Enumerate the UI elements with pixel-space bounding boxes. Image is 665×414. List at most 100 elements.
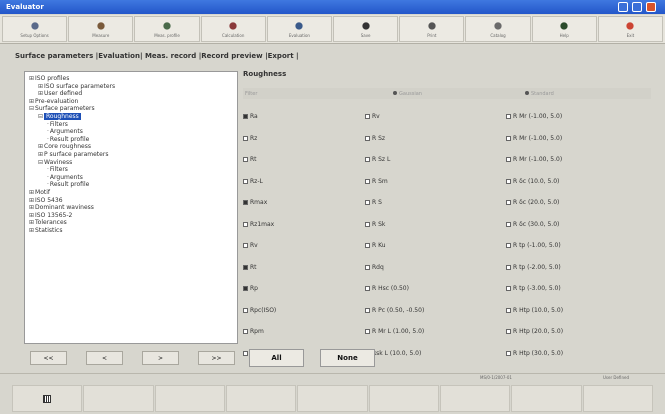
parameter-checkbox[interactable]: R tp (-1.00, 5.0) <box>506 241 561 251</box>
expand-icon[interactable]: ⊞ <box>29 219 34 226</box>
tree-node[interactable]: ⊟Waviness <box>29 159 233 167</box>
bottom-button-7[interactable] <box>511 385 582 412</box>
bottom-button-0[interactable] <box>12 385 83 412</box>
toolbar-button-7[interactable]: Catalog <box>465 16 531 42</box>
expand-icon[interactable]: ⊞ <box>38 143 43 150</box>
parameter-checkbox[interactable]: R Htp (20.0, 5.0) <box>506 327 563 337</box>
close-icon[interactable] <box>646 2 656 12</box>
checkbox-icon[interactable] <box>506 307 511 313</box>
tree-node[interactable]: ·Filters <box>29 121 233 129</box>
toolbar-button-6[interactable]: Print <box>399 16 465 42</box>
parameter-checkbox[interactable]: R Ku <box>365 241 386 251</box>
parameter-checkbox[interactable]: R Sm <box>365 177 388 187</box>
parameter-checkbox[interactable]: R Htp (10.0, 5.0) <box>506 306 563 316</box>
checkbox-icon[interactable] <box>243 350 248 356</box>
expand-icon[interactable]: ⊞ <box>29 98 34 105</box>
nav-button-2[interactable]: > <box>142 351 179 365</box>
checkbox-icon[interactable] <box>506 221 511 227</box>
bottom-button-2[interactable] <box>154 385 225 412</box>
toolbar-button-1[interactable]: Measure <box>68 16 134 42</box>
filter-option-standard[interactable]: Standard <box>525 91 554 97</box>
toolbar-button-9[interactable]: Exit <box>597 16 664 42</box>
collapse-icon[interactable]: ⊟ <box>38 159 43 166</box>
bottom-button-1[interactable] <box>83 385 154 412</box>
parameter-checkbox[interactable]: Ra <box>243 112 258 122</box>
checkbox-icon[interactable] <box>506 350 511 356</box>
tree-node[interactable]: ⊞Motif <box>29 189 233 197</box>
bottom-button-8[interactable] <box>582 385 653 412</box>
parameter-checkbox[interactable]: R Mr (-1.00, 5.0) <box>506 134 562 144</box>
toolbar-button-3[interactable]: Calculation <box>200 16 266 42</box>
checkbox-icon[interactable] <box>365 307 370 313</box>
parameter-checkbox[interactable]: R Mr (-1.00, 5.0) <box>506 155 562 165</box>
expand-icon[interactable]: ⊞ <box>29 189 34 196</box>
expand-icon[interactable]: ⊞ <box>38 90 43 97</box>
filter-option-gaussian[interactable]: Gaussian <box>393 91 422 97</box>
tree-node[interactable]: ⊞P surface parameters <box>29 151 233 159</box>
toolbar-button-5[interactable]: Save <box>333 16 399 42</box>
tree-node[interactable]: ⊞ISO 5436 <box>29 197 233 205</box>
parameter-checkbox[interactable]: R Mr L (1.00, 5.0) <box>365 327 424 337</box>
toolbar-button-4[interactable]: Evaluation <box>266 16 333 42</box>
parameter-checkbox[interactable]: Rv <box>365 112 380 122</box>
checkbox-icon[interactable] <box>506 286 511 291</box>
checkbox-icon[interactable] <box>506 178 511 184</box>
parameter-checkbox[interactable]: Rpc(ISO) <box>243 306 276 316</box>
parameter-checkbox[interactable]: R δc (30.0, 5.0) <box>506 220 559 230</box>
checkbox-icon[interactable] <box>506 329 511 334</box>
expand-icon[interactable]: ⊞ <box>29 212 34 219</box>
bottom-button-5[interactable] <box>368 385 439 412</box>
parameter-checkbox[interactable]: Rt <box>243 263 257 273</box>
tree-node[interactable]: ⊟Surface parameters <box>29 105 233 113</box>
toolbar-button-0[interactable]: Setup Options <box>2 16 68 42</box>
toolbar-button-2[interactable]: Meas. profile <box>134 16 200 42</box>
tree-node[interactable]: ·Result profile <box>29 181 233 189</box>
checkbox-icon[interactable] <box>243 286 248 291</box>
checkbox-icon[interactable] <box>243 114 248 119</box>
all-button[interactable]: All <box>249 349 304 367</box>
tree-node[interactable]: ⊞ISO 13565-2 <box>29 212 233 220</box>
checkbox-icon[interactable] <box>243 178 248 184</box>
parameter-checkbox[interactable]: Rpm <box>243 327 264 337</box>
parameter-checkbox[interactable]: Rz1max <box>243 220 274 230</box>
expand-icon[interactable]: ⊞ <box>29 75 34 82</box>
checkbox-icon[interactable] <box>243 221 248 227</box>
checkbox-icon[interactable] <box>243 157 248 162</box>
checkbox-icon[interactable] <box>506 243 511 248</box>
checkbox-icon[interactable] <box>365 157 370 162</box>
tree-node[interactable]: ·Filters <box>29 166 233 174</box>
checkbox-icon[interactable] <box>365 114 370 119</box>
parameter-checkbox[interactable]: R Htp (30.0, 5.0) <box>506 349 563 359</box>
expand-icon[interactable]: ⊞ <box>29 204 34 211</box>
checkbox-icon[interactable] <box>365 243 370 248</box>
checkbox-icon[interactable] <box>506 135 511 141</box>
tree-node[interactable]: ⊞Tolerances <box>29 219 233 227</box>
tree-node[interactable]: ⊞ISO profiles <box>29 75 233 83</box>
checkbox-icon[interactable] <box>365 264 370 270</box>
checkbox-icon[interactable] <box>365 178 370 184</box>
parameter-checkbox[interactable]: R Sz <box>365 134 385 144</box>
tree-node[interactable]: ⊞Statistics <box>29 227 233 235</box>
checkbox-icon[interactable] <box>506 157 511 162</box>
none-button[interactable]: None <box>320 349 375 367</box>
tree-node[interactable]: ⊞Dominant waviness <box>29 204 233 212</box>
parameter-checkbox[interactable]: Rt <box>243 155 257 165</box>
maximize-icon[interactable] <box>632 2 642 12</box>
tree-node[interactable]: ⊞ISO surface parameters <box>29 83 233 91</box>
bottom-button-4[interactable] <box>297 385 368 412</box>
tree-node[interactable]: ⊟ Roughness <box>29 112 233 121</box>
checkbox-icon[interactable] <box>365 221 370 227</box>
checkbox-icon[interactable] <box>365 135 370 141</box>
parameter-checkbox[interactable]: R Mr (-1.00, 5.0) <box>506 112 562 122</box>
parameter-checkbox[interactable]: Rv <box>243 241 258 251</box>
parameter-checkbox[interactable]: R Sk <box>365 220 385 230</box>
collapse-icon[interactable]: ⊟ <box>38 113 43 120</box>
checkbox-icon[interactable] <box>243 307 248 313</box>
bottom-button-3[interactable] <box>225 385 297 412</box>
nav-button-3[interactable]: >> <box>198 351 235 365</box>
nav-button-1[interactable]: < <box>86 351 123 365</box>
parameter-checkbox[interactable]: R δc (10.0, 5.0) <box>506 177 559 187</box>
expand-icon[interactable]: ⊞ <box>29 197 34 204</box>
tab-strip[interactable]: Surface parameters |Evaluation| Meas. re… <box>15 52 299 60</box>
parameter-checkbox[interactable]: Rp <box>243 284 258 294</box>
